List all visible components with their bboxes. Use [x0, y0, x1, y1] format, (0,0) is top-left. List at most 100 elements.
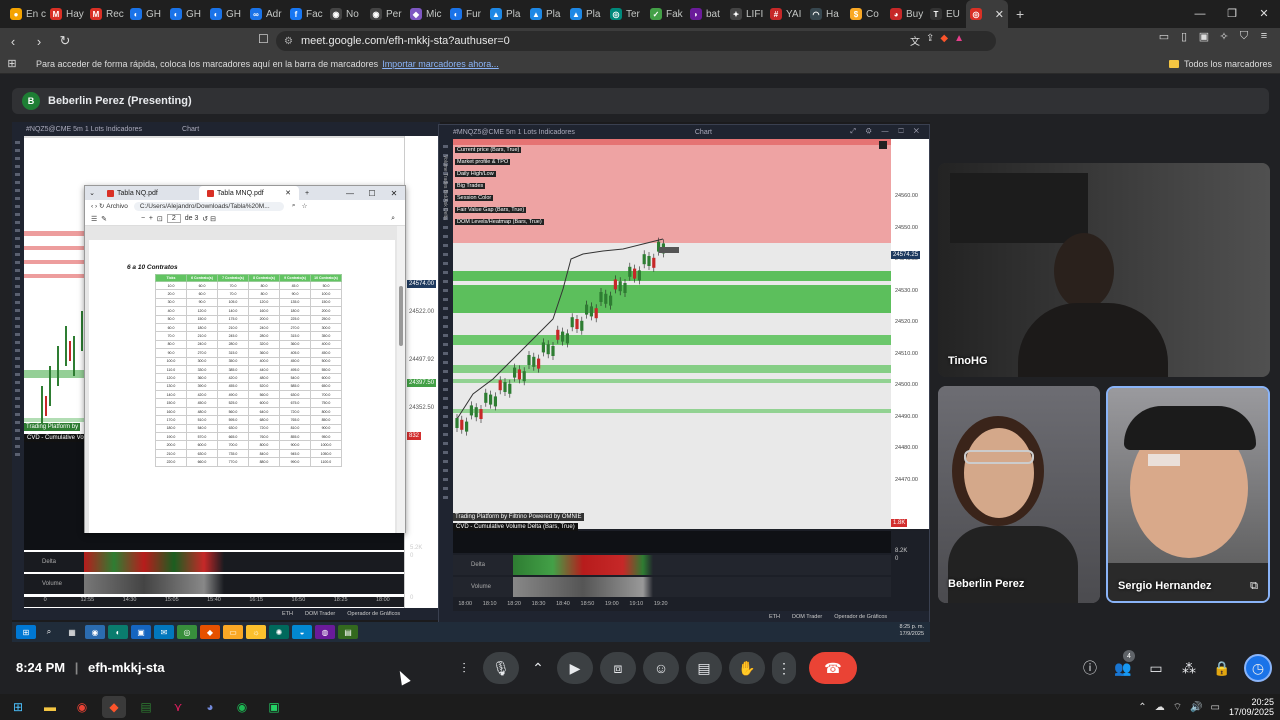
drawing-tool-icon[interactable] — [443, 244, 448, 247]
drawing-tool-icon[interactable] — [15, 165, 20, 168]
brave-rewards-icon[interactable]: ▲ — [954, 33, 964, 48]
drawing-tool-icon[interactable] — [15, 173, 20, 176]
drawing-tool-icon[interactable] — [15, 301, 20, 304]
browser-tab[interactable]: ◎ Ter — [606, 0, 646, 28]
indicator-label[interactable]: Big Trades — [455, 183, 486, 189]
drawing-tool-icon[interactable] — [15, 357, 20, 360]
microphone-button[interactable]: 🎙 — [483, 652, 519, 684]
video-tile-tinohg[interactable]: TinoHG — [938, 163, 1270, 377]
drawing-tool-icon[interactable] — [443, 370, 448, 373]
drawing-tool-icon[interactable] — [443, 433, 448, 436]
start-icon[interactable]: ⊞ — [6, 696, 30, 718]
companion-mode-icon[interactable]: ◷ — [1244, 654, 1272, 682]
browser-tab[interactable]: ◉ No — [326, 0, 366, 28]
more-options-button[interactable]: ⋮ — [772, 652, 796, 684]
right-window-controls[interactable]: ⤢ ⚙ — ☐ ✕ — [850, 128, 923, 136]
more-audio-chevron-icon[interactable]: ⌃ — [526, 652, 550, 684]
drawing-tool-icon[interactable] — [15, 205, 20, 208]
browser-tab[interactable]: ◉ Per — [366, 0, 406, 28]
indicator-label[interactable]: Daily High/Low — [455, 171, 496, 177]
pin-icon[interactable]: ⧉ — [1250, 580, 1258, 593]
zoom-out-icon[interactable]: − — [141, 215, 145, 222]
pdf-scrollbar[interactable] — [397, 226, 405, 533]
browser-tab[interactable]: ▲ Pla — [526, 0, 566, 28]
browser-tab[interactable]: ◐ GH — [126, 0, 166, 28]
browser-tab[interactable]: ◐ GH — [166, 0, 206, 28]
cast-icon[interactable]: ▭ — [1154, 30, 1174, 43]
apps-grid-icon[interactable]: ⊞ — [0, 57, 24, 70]
vpn-icon[interactable]: ⛉ — [1234, 30, 1254, 43]
drawing-tool-icon[interactable] — [15, 341, 20, 344]
excel-icon[interactable]: ▤ — [134, 696, 158, 718]
drawing-tool-icon[interactable] — [15, 421, 20, 424]
status-item[interactable]: ETH — [282, 611, 293, 617]
drawing-tool-icon[interactable] — [443, 343, 448, 346]
address-bar[interactable]: ⚙ meet.google.com/efh-mkkj-sta?authuser=… — [276, 31, 996, 51]
indicator-label[interactable]: Session Color — [455, 195, 494, 201]
pdf-minimize-icon[interactable]: — — [339, 189, 361, 198]
favorite-star-icon[interactable]: ☆ — [302, 202, 308, 210]
raise-hand-button[interactable]: ✋ — [729, 652, 765, 684]
drawing-tool-icon[interactable] — [443, 496, 448, 499]
browser-tab[interactable]: M Hay — [46, 0, 86, 28]
drawing-tool-icon[interactable] — [443, 298, 448, 301]
pdf-search-icon[interactable]: ⌕ — [391, 215, 395, 223]
site-info-icon[interactable]: ⚙ — [284, 36, 293, 47]
all-bookmarks-button[interactable]: Todos los marcadores — [1168, 59, 1272, 69]
rotate-icon[interactable]: ↺ — [202, 215, 208, 223]
file-explorer-icon[interactable]: ▬ — [38, 696, 62, 718]
chrome-icon[interactable]: ◉ — [70, 696, 94, 718]
close-tab-icon[interactable]: ✕ — [995, 8, 1004, 21]
meeting-details-icon[interactable]: ⓘ — [1074, 652, 1106, 684]
drawing-tool-icon[interactable] — [15, 453, 20, 456]
share-icon[interactable]: ⇪ — [926, 33, 934, 48]
drawing-tool-icon[interactable] — [15, 261, 20, 264]
two-page-icon[interactable]: ⊟ — [210, 215, 216, 223]
present-screen-button[interactable]: ⧈ — [600, 652, 636, 684]
browser-tab[interactable]: ● En c — [6, 0, 46, 28]
sidebar-icon[interactable]: ▯ — [1174, 30, 1194, 43]
drawing-tool-icon[interactable] — [15, 229, 20, 232]
bookmark-star-icon[interactable]: ☐ — [258, 32, 269, 46]
drawing-tool-icon[interactable] — [15, 213, 20, 216]
zoom-in-icon[interactable]: + — [149, 215, 153, 222]
drawing-tool-icon[interactable] — [443, 280, 448, 283]
import-bookmarks-link[interactable]: Importar marcadores ahora... — [382, 59, 499, 69]
forward-icon[interactable]: › — [95, 203, 97, 210]
highlight-icon[interactable]: ✎ — [101, 215, 107, 223]
chat-icon[interactable]: ▭ — [1140, 652, 1172, 684]
browser-tab[interactable]: # YAI — [766, 0, 806, 28]
page-number-input[interactable]: 2 — [166, 214, 181, 223]
indicator-label[interactable]: Current price (Bars, True) — [455, 147, 522, 153]
pdf-close-icon[interactable]: ✕ — [383, 189, 405, 198]
network-icon[interactable]: ⌔ — [1173, 701, 1182, 714]
people-button[interactable]: 👥 4 — [1107, 650, 1139, 684]
drawing-tool-icon[interactable] — [443, 235, 448, 238]
pdf-tab-mnq[interactable]: Tabla MNQ.pdf ✕ — [199, 186, 299, 200]
browser-tab[interactable]: ▲ Pla — [486, 0, 526, 28]
drawing-tool-icon[interactable] — [443, 226, 448, 229]
reload-icon[interactable]: ↻ — [52, 33, 78, 49]
maximize-button[interactable]: ❐ — [1216, 0, 1248, 28]
drawing-tool-icon[interactable] — [15, 245, 20, 248]
browser-tab[interactable]: ▲ Pla — [566, 0, 606, 28]
drawing-tool-icon[interactable] — [15, 285, 20, 288]
drawing-tool-icon[interactable] — [15, 181, 20, 184]
discord-icon[interactable]: ◕ — [198, 696, 222, 718]
drawing-tool-icon[interactable] — [443, 145, 448, 148]
browser-tab[interactable]: ◗ bat — [686, 0, 726, 28]
drawing-tool-icon[interactable] — [443, 487, 448, 490]
browser-tab[interactable]: ✓ Fak — [646, 0, 686, 28]
drawing-tool-icon[interactable] — [15, 325, 20, 328]
drawing-tool-icon[interactable] — [15, 157, 20, 160]
drawing-tool-icon[interactable] — [15, 293, 20, 296]
drawing-tool-icon[interactable] — [15, 405, 20, 408]
pdf-maximize-icon[interactable]: ☐ — [361, 189, 383, 198]
reload-icon[interactable]: ↻ — [99, 202, 104, 210]
taskbar-clock[interactable]: 20:25 17/09/2025 — [1229, 697, 1274, 717]
drawing-tool-icon[interactable] — [15, 309, 20, 312]
close-window-button[interactable]: ✕ — [1248, 0, 1280, 28]
tray-app-icon[interactable]: ☁ — [1155, 702, 1165, 713]
wallet-icon[interactable]: ▣ — [1194, 30, 1214, 43]
close-tab-icon[interactable]: ✕ — [285, 189, 291, 197]
